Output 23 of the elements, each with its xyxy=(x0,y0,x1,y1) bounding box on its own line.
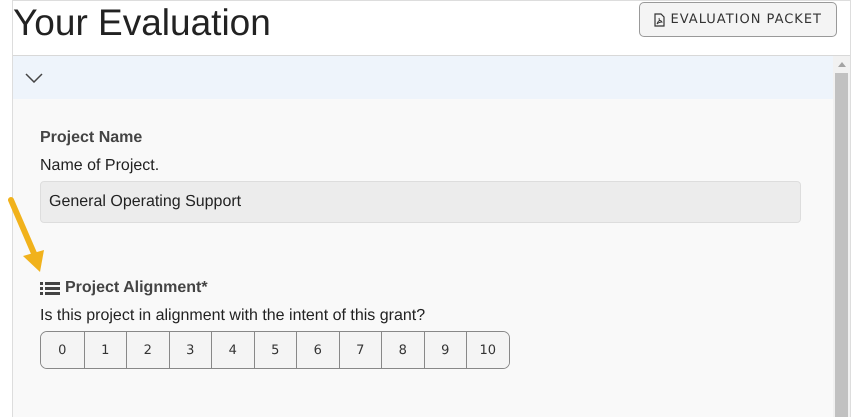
field-label: Project Name xyxy=(40,129,142,147)
rating-option[interactable]: 1 xyxy=(84,332,126,368)
rating-option[interactable]: 10 xyxy=(466,332,508,368)
rating-option[interactable]: 6 xyxy=(296,332,338,368)
pdf-file-icon xyxy=(654,12,665,26)
field-description: Name of Project. xyxy=(40,157,160,175)
field-label: Project Alignment* xyxy=(65,279,208,297)
rating-option[interactable]: 9 xyxy=(424,332,466,368)
evaluation-packet-button[interactable]: EVALUATION PACKET xyxy=(638,2,837,37)
rating-option[interactable]: 8 xyxy=(381,332,424,368)
field-description: Is this project in alignment with the intent of this grant? xyxy=(40,307,426,325)
rating-option[interactable]: 4 xyxy=(211,332,254,368)
rating-option[interactable]: 5 xyxy=(254,332,296,368)
section-header[interactable] xyxy=(13,56,833,99)
list-icon xyxy=(40,280,60,296)
rating-option[interactable]: 0 xyxy=(41,332,84,368)
scrollbar[interactable] xyxy=(833,56,850,417)
page-title: Your Evaluation xyxy=(13,1,271,43)
chevron-icon xyxy=(25,72,43,82)
rating-option[interactable]: 2 xyxy=(126,332,168,368)
rating-option[interactable]: 3 xyxy=(168,332,211,368)
rating-option[interactable]: 7 xyxy=(338,332,381,368)
input-field[interactable]: General Operating Support xyxy=(40,181,801,223)
